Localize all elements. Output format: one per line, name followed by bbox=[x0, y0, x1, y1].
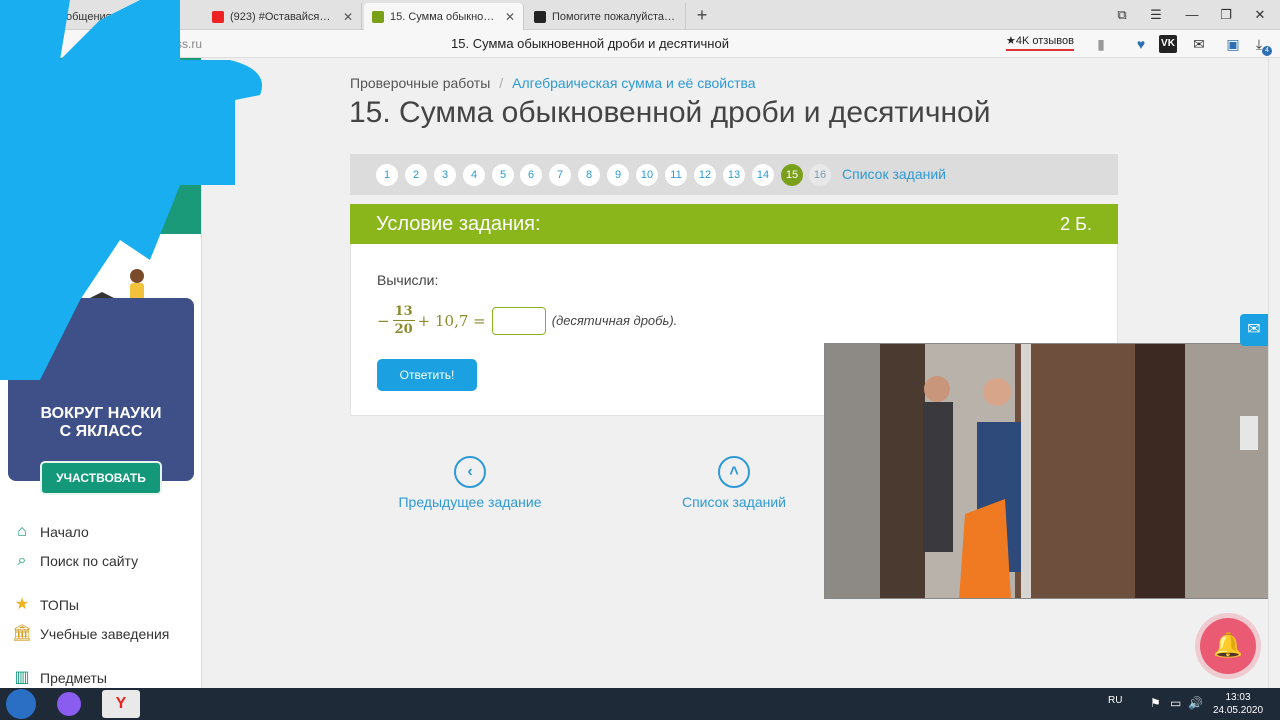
windows-taskbar: Y RU ⚑ ▭ 🔊 13:03 24.05.2020 bbox=[0, 688, 1280, 720]
tab-label: 15. Сумма обыкновенн bbox=[390, 10, 499, 23]
fraction-numerator: 13 bbox=[392, 304, 415, 321]
chevron-up-icon: ˄ bbox=[718, 456, 750, 488]
chat-icon[interactable]: ✉ bbox=[1190, 35, 1208, 53]
sidebar-item-label: Учебные заведения bbox=[40, 626, 170, 642]
browser-tab-4[interactable]: Помогите пожалуйста ре bbox=[526, 3, 686, 30]
page-link[interactable]: 6 bbox=[520, 164, 542, 186]
answer-input[interactable] bbox=[491, 306, 546, 335]
browser-tab-3[interactable]: 15. Сумма обыкновенн ✕ bbox=[364, 3, 524, 30]
page-link-current[interactable]: 15 bbox=[781, 164, 803, 186]
alice-assistant-icon[interactable] bbox=[50, 690, 88, 718]
fraction-denominator: 20 bbox=[394, 322, 413, 337]
promo-title: ВОКРУГ НАУКИ С ЯКЛАСС bbox=[40, 405, 162, 440]
minus-sign: − bbox=[377, 311, 390, 330]
task-header-title: Условие задания: bbox=[376, 213, 541, 235]
sidebar-item-tops[interactable]: ★ ТОПы bbox=[12, 595, 79, 615]
close-tab-icon[interactable]: ✕ bbox=[343, 10, 353, 24]
page-link[interactable]: 4 bbox=[463, 164, 485, 186]
star-icon: ★ bbox=[14, 596, 30, 613]
previous-task-link[interactable]: ‹ Предыдущее задание bbox=[370, 456, 570, 510]
page-link[interactable]: 7 bbox=[549, 164, 571, 186]
task-prompt: Вычисли: bbox=[377, 272, 439, 288]
breadcrumb: Проверочные работы / Алгебраическая сумм… bbox=[350, 75, 756, 91]
task-formula: − 13 20 + 10,7 = (десятичная дробь). bbox=[377, 304, 677, 337]
monitor-icon[interactable]: ▭ bbox=[1170, 696, 1181, 710]
page-link[interactable]: 5 bbox=[492, 164, 514, 186]
sidebar-item-subjects[interactable]: ▥ Предметы bbox=[12, 668, 107, 688]
submit-answer-button[interactable]: Ответить! bbox=[377, 359, 477, 391]
menu-hamburger-icon[interactable]: ☰ bbox=[1146, 5, 1166, 25]
network-flag-icon[interactable]: ⚑ bbox=[1150, 696, 1161, 710]
page-link[interactable]: 10 bbox=[636, 164, 658, 186]
task-list-bottom-link[interactable]: ˄ Список заданий bbox=[634, 456, 834, 510]
language-indicator[interactable]: RU bbox=[1108, 695, 1122, 706]
page-title: 15. Сумма обыкновенной дроби и десятично… bbox=[349, 96, 991, 129]
address-page-heading: 15. Сумма обыкновенной дроби и десятично… bbox=[451, 36, 729, 51]
bookmark-manager-icon[interactable]: ⧉ bbox=[1112, 5, 1132, 25]
close-window-icon[interactable]: ✕ bbox=[1250, 5, 1270, 25]
previous-task-label: Предыдущее задание bbox=[398, 494, 542, 510]
task-header: Условие задания: 2 Б. bbox=[350, 204, 1118, 244]
task-list-link[interactable]: Список заданий bbox=[842, 166, 946, 182]
minimize-window-icon[interactable]: — bbox=[1182, 5, 1202, 25]
home-icon: ⌂ bbox=[17, 523, 27, 540]
sidebar-item-home[interactable]: ⌂ Начало bbox=[12, 522, 89, 542]
chevron-left-icon: ‹ bbox=[454, 456, 486, 488]
page-link[interactable]: 9 bbox=[607, 164, 629, 186]
page-link[interactable]: 12 bbox=[694, 164, 716, 186]
bookmark-icon[interactable]: ▮ bbox=[1092, 35, 1110, 53]
start-windows-icon[interactable] bbox=[6, 689, 36, 719]
yaklass-favicon-icon bbox=[372, 10, 384, 23]
books-icon: ▥ bbox=[14, 669, 30, 686]
page-link[interactable]: 2 bbox=[405, 164, 427, 186]
answer-hint: (десятичная дробь). bbox=[551, 313, 678, 328]
sidebar-item-schools[interactable]: 🏛 Учебные заведения bbox=[12, 624, 169, 644]
reviews-badge[interactable]: ★4K отзывов bbox=[1006, 34, 1074, 51]
new-tab-plus-icon[interactable]: + bbox=[692, 5, 712, 25]
volume-icon[interactable]: 🔊 bbox=[1188, 696, 1203, 710]
task-pager: 1 2 3 4 5 6 7 8 9 10 11 12 13 14 15 16 С… bbox=[350, 154, 1118, 195]
video-overlay[interactable] bbox=[824, 343, 1280, 599]
page-link[interactable]: 1 bbox=[376, 164, 398, 186]
page-link[interactable]: 11 bbox=[665, 164, 687, 186]
task-list-label: Список заданий bbox=[681, 494, 786, 510]
page-link[interactable]: 14 bbox=[752, 164, 774, 186]
page-link[interactable]: 3 bbox=[434, 164, 456, 186]
download-count-badge: 4 bbox=[1262, 46, 1272, 56]
notification-bell-icon[interactable]: 🔔 bbox=[1200, 618, 1256, 674]
breadcrumb-root[interactable]: Проверочные работы bbox=[350, 75, 490, 91]
sidebar-item-label: Начало bbox=[40, 524, 89, 540]
page-link[interactable]: 16 bbox=[809, 164, 831, 186]
sidebar-item-label: Поиск по сайту bbox=[40, 553, 139, 569]
scribble-overlay-icon bbox=[0, 0, 262, 380]
search-icon: ⌕ bbox=[17, 552, 27, 569]
vk-icon[interactable]: VK bbox=[1159, 35, 1177, 53]
video-frame-image bbox=[825, 344, 1279, 598]
sidebar-item-label: Предметы bbox=[40, 670, 107, 686]
tab-label: Помогите пожалуйста ре bbox=[552, 10, 677, 23]
restore-window-icon[interactable]: ❐ bbox=[1216, 5, 1236, 25]
sidebar-item-label: ТОПы bbox=[40, 597, 79, 613]
breadcrumb-separator: / bbox=[499, 75, 504, 91]
yandex-browser-icon[interactable]: Y bbox=[102, 690, 140, 718]
page-link[interactable]: 8 bbox=[578, 164, 600, 186]
participate-button[interactable]: УЧАСТВОВАТЬ bbox=[40, 461, 162, 495]
building-icon: 🏛 bbox=[12, 625, 33, 642]
plus-term: + 10,7 = bbox=[417, 311, 486, 330]
system-clock[interactable]: 13:03 24.05.2020 bbox=[1208, 691, 1268, 717]
znanija-favicon-icon bbox=[534, 10, 546, 23]
feedback-mail-icon[interactable]: ✉ bbox=[1240, 314, 1268, 346]
clock-date: 24.05.2020 bbox=[1212, 705, 1264, 716]
clock-time: 13:03 bbox=[1225, 692, 1251, 703]
page-link[interactable]: 13 bbox=[723, 164, 745, 186]
fraction: 13 20 bbox=[392, 304, 415, 337]
page-scrollbar[interactable] bbox=[1268, 58, 1280, 688]
screenshot-extension-icon[interactable]: ▣ bbox=[1224, 35, 1242, 53]
breadcrumb-current[interactable]: Алгебраическая сумма и её свойства bbox=[512, 75, 755, 91]
close-tab-icon[interactable]: ✕ bbox=[505, 10, 515, 24]
heart-extension-icon[interactable]: ♥ bbox=[1132, 35, 1150, 53]
sidebar-item-search[interactable]: ⌕ Поиск по сайту bbox=[12, 551, 139, 571]
task-points: 2 Б. bbox=[1060, 214, 1092, 234]
